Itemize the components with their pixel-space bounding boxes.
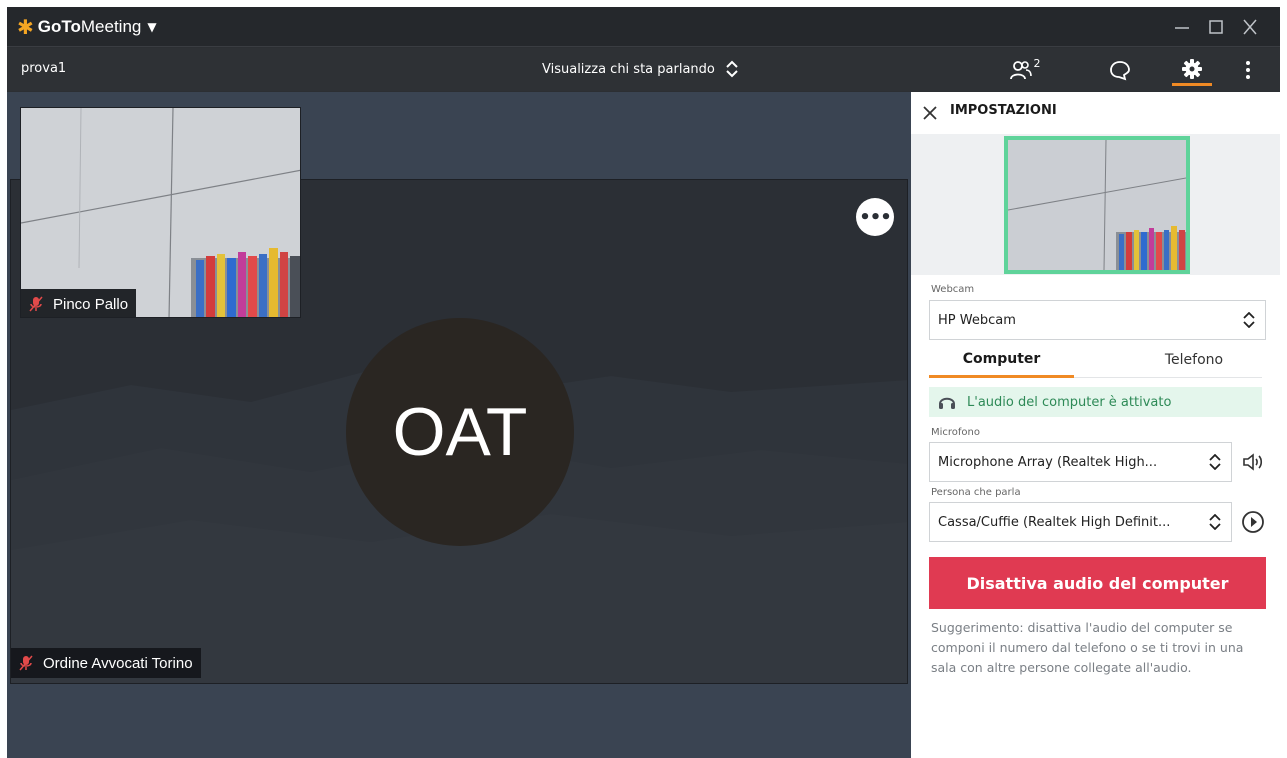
title-bar: ✱ GoTo Meeting ▼: [7, 7, 1280, 47]
thumb-participant-name: Pinco Pallo: [53, 295, 129, 313]
webcam-value: HP Webcam: [938, 312, 1016, 328]
audio-status-text: L'audio del computer è attivato: [967, 394, 1172, 410]
speaker-select[interactable]: Cassa/Cuffie (Realtek High Definit...: [929, 502, 1232, 542]
tile-options-button[interactable]: •••: [856, 198, 894, 236]
webcam-preview-image: [1008, 140, 1186, 270]
speaker-label: Persona che parla: [931, 487, 1021, 498]
speaker-icon: [1243, 453, 1263, 471]
asterisk-burst-icon: ✱: [17, 15, 34, 39]
maximize-icon: [1209, 20, 1223, 34]
headphones-icon: [939, 397, 955, 409]
settings-button[interactable]: [1172, 54, 1212, 86]
settings-title: IMPOSTAZIONI: [950, 103, 1057, 118]
chat-bubble-icon: [1110, 61, 1130, 81]
participant-avatar: OAT: [346, 318, 574, 546]
thumb-participant-tag: Pinco Pallo: [21, 289, 137, 317]
tab-computer[interactable]: Computer: [929, 342, 1074, 378]
people-icon: [1009, 61, 1032, 80]
mic-muted-icon: [19, 655, 33, 671]
up-down-chevron-icon: [1243, 312, 1255, 328]
self-video-thumbnail[interactable]: Pinco Pallo: [20, 107, 301, 318]
audio-mode-tabs: Computer Telefono: [929, 342, 1262, 378]
test-microphone-button[interactable]: [1239, 448, 1267, 476]
attendee-count: 2: [1033, 56, 1041, 70]
brand-bold: GoTo: [37, 17, 81, 36]
brand-light: Meeting: [80, 17, 142, 36]
video-stage: OAT ••• Ordine Avvocati Torino Pinco Pal…: [7, 92, 911, 758]
main-participant-name: Ordine Avvocati Torino: [43, 654, 193, 672]
speaker-value: Cassa/Cuffie (Realtek High Definit...: [938, 514, 1171, 530]
close-icon: [923, 106, 937, 120]
webcam-label: Webcam: [931, 284, 975, 295]
microphone-select[interactable]: Microphone Array (Realtek High...: [929, 442, 1232, 482]
caret-down-icon: ▼: [147, 20, 157, 34]
up-down-chevron-icon: [726, 60, 738, 78]
webcam-feed-image: [21, 108, 300, 317]
minimize-icon: [1175, 27, 1189, 29]
settings-hint: Suggerimento: disattiva l'audio del comp…: [931, 620, 1244, 675]
meeting-name: prova1: [21, 61, 67, 76]
settings-panel: IMPOSTAZIONI Webcam HP Webcam Computer T…: [911, 92, 1280, 758]
webcam-select[interactable]: HP Webcam: [929, 300, 1266, 340]
up-down-chevron-icon: [1209, 514, 1221, 530]
view-mode-selector[interactable]: Visualizza chi sta parlando: [542, 60, 739, 78]
more-options-button[interactable]: [1237, 54, 1259, 86]
close-settings-button[interactable]: [919, 102, 941, 124]
attendees-button[interactable]: 2: [1005, 54, 1045, 86]
chat-button[interactable]: [1100, 54, 1140, 86]
mic-muted-icon: [29, 296, 43, 312]
test-speaker-button[interactable]: [1239, 508, 1267, 536]
view-mode-label: Visualizza chi sta parlando: [542, 61, 715, 77]
microphone-value: Microphone Array (Realtek High...: [938, 454, 1158, 470]
gear-icon: [1182, 58, 1202, 79]
play-circle-icon: [1242, 511, 1264, 533]
horizontal-dots-icon: •••: [859, 206, 892, 228]
webcam-preview: [1004, 136, 1190, 274]
mute-computer-audio-button[interactable]: Disattiva audio del computer: [929, 557, 1266, 609]
minimize-button[interactable]: [1167, 13, 1197, 41]
tab-telefono[interactable]: Telefono: [1129, 342, 1259, 378]
microphone-label: Microfono: [931, 427, 981, 438]
close-window-button[interactable]: [1235, 13, 1265, 41]
app-menu[interactable]: ✱ GoTo Meeting ▼: [17, 15, 157, 39]
close-icon: [1243, 19, 1257, 35]
up-down-chevron-icon: [1209, 454, 1221, 470]
settings-header: IMPOSTAZIONI: [911, 92, 1280, 132]
audio-status-banner: L'audio del computer è attivato: [929, 387, 1262, 417]
vertical-dots-icon: [1246, 61, 1250, 79]
main-participant-tag: Ordine Avvocati Torino: [11, 648, 201, 678]
maximize-button[interactable]: [1201, 13, 1231, 41]
app-window: ✱ GoTo Meeting ▼ prova1 Visualizza chi s…: [7, 7, 1280, 758]
webcam-preview-area: [911, 134, 1280, 275]
meeting-toolbar: prova1 Visualizza chi sta parlando 2: [7, 48, 1280, 91]
